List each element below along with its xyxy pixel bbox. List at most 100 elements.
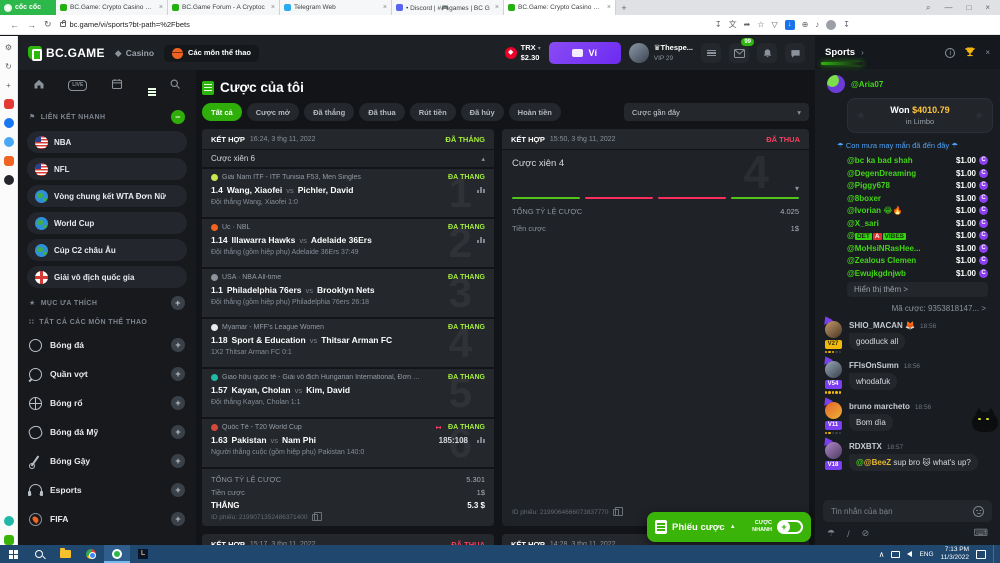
youtube-icon[interactable] (4, 99, 14, 109)
back-icon[interactable]: ← (10, 20, 19, 30)
rain-recipient[interactable]: @8boxer$1.00C (847, 194, 988, 203)
idm-extension-icon[interactable]: ↓ (785, 20, 795, 30)
show-more-button[interactable]: Hiển thị thêm > (847, 282, 988, 297)
chat-channel[interactable]: Sports (825, 47, 855, 58)
sidebar-item-wta[interactable]: Vòng chung kết WTA Đơn Nữ (27, 185, 187, 207)
avatar[interactable] (825, 361, 842, 378)
quick-bet-toggle[interactable] (777, 520, 803, 534)
rain-recipient[interactable]: @Piggy678$1.00C (847, 181, 988, 190)
nav-casino[interactable]: ◆Casino (115, 48, 154, 59)
close-tab-icon[interactable]: × (495, 4, 499, 11)
info-icon[interactable]: i (945, 48, 955, 58)
browser-tab-active[interactable]: BC.Game: Crypto Casino Gan× (504, 0, 616, 15)
mail-icon[interactable]: 99 (729, 43, 749, 63)
translate-icon[interactable]: 文 (729, 19, 737, 30)
bet-card-header[interactable]: KẾT HỢP15:17, 3 thg 11, 2022ĐÃ THUA (202, 534, 494, 545)
filter-open[interactable]: Cược mở (247, 103, 299, 121)
url-field[interactable]: bc.game/vi/sports?bt-path=%2Fbets (60, 20, 190, 29)
avatar[interactable] (825, 321, 842, 338)
history-icon[interactable]: ↻ (4, 61, 14, 71)
live-icon[interactable]: LIVE (68, 80, 87, 91)
chat-toggle-icon[interactable] (785, 43, 805, 63)
chevron-right-icon[interactable]: › (861, 48, 864, 57)
tab-search-icon[interactable]: ⌕ (926, 3, 930, 13)
tray-expand-icon[interactable]: ∧ (879, 550, 885, 559)
avatar[interactable] (825, 402, 842, 419)
expand-icon[interactable]: + (171, 483, 185, 497)
expand-icon[interactable]: + (171, 338, 185, 352)
action-center-icon[interactable] (976, 550, 986, 559)
reload-icon[interactable]: ↻ (44, 19, 52, 30)
chat-input[interactable] (831, 507, 973, 516)
gif-disabled-icon[interactable]: ⊘ (862, 528, 870, 539)
sidebar-item-cupc2[interactable]: Cúp C2 châu Âu (27, 239, 187, 261)
profile-avatar-icon[interactable] (826, 20, 836, 30)
user-profile[interactable]: ♛Thespe...VIP 29 (629, 43, 693, 63)
chrome-icon[interactable] (78, 545, 104, 563)
forward-icon[interactable]: → (27, 20, 36, 30)
filter-all[interactable]: Tất cả (202, 103, 242, 121)
sidebar-item-nba[interactable]: NBA (27, 131, 187, 153)
bet-code-link[interactable]: Mã cược: 9353818147... > (823, 304, 986, 313)
close-window-icon[interactable]: × (985, 3, 990, 12)
new-tab-button[interactable]: + (616, 0, 632, 15)
sort-dropdown[interactable]: Cược gần đây▾ (624, 103, 809, 121)
close-tab-icon[interactable]: × (271, 4, 275, 11)
sidebar-sport-cricket[interactable]: Bóng Gậy+ (27, 449, 187, 473)
bookmark-star-icon[interactable]: ☆ (757, 20, 764, 29)
avatar[interactable] (825, 442, 842, 459)
tiktok-icon[interactable] (4, 175, 14, 185)
stats-icon[interactable] (477, 237, 485, 243)
copy-icon[interactable] (312, 514, 318, 521)
start-button[interactable] (0, 545, 26, 563)
expand-icon[interactable]: ▾ (795, 184, 799, 193)
language-indicator[interactable]: ENG (919, 551, 933, 558)
calendar-icon[interactable] (111, 78, 123, 92)
sidebar-item-nfl[interactable]: NFL (27, 158, 187, 180)
minimize-icon[interactable]: — (944, 3, 952, 12)
filter-refund[interactable]: Hoàn tiền (509, 103, 561, 121)
bet-list-icon[interactable] (701, 43, 721, 63)
rain-recipient[interactable]: @Ewujkgdnjwb$1.00C (847, 269, 988, 278)
rain-recipient[interactable]: @MoHsiNRasHee...$1.00C (847, 244, 988, 253)
sidebar-sport-esports[interactable]: Esports+ (27, 478, 187, 502)
league-of-legends-icon[interactable]: L (130, 545, 156, 563)
volume-icon[interactable] (907, 551, 912, 557)
user-mention[interactable]: @@BeeZ (856, 458, 891, 467)
close-icon[interactable]: × (985, 48, 990, 57)
bell-icon[interactable] (757, 43, 777, 63)
network-icon[interactable] (891, 551, 900, 558)
taskbar-search-icon[interactable] (26, 545, 52, 563)
browser-tab[interactable]: BC.Game: Crypto Casino Gam× (56, 0, 168, 15)
sidebar-sport-fifa[interactable]: FIFA+ (27, 507, 187, 531)
bet-name-row[interactable]: Cược xiên 6▴ (202, 150, 494, 167)
sidebar-item-worldcup[interactable]: World Cup (27, 212, 187, 234)
balance-selector[interactable]: ◆ TRX ▾$2.30 (505, 43, 541, 63)
close-tab-icon[interactable]: × (159, 4, 163, 11)
show-desktop-button[interactable] (993, 545, 996, 563)
facebook-icon[interactable] (4, 118, 14, 128)
collapse-quick-links-button[interactable]: − (171, 110, 185, 124)
rain-recipient[interactable]: @X_sari$1.00C (847, 219, 988, 228)
expand-icon[interactable]: + (171, 512, 185, 526)
rain-feature-icon[interactable]: ☂ (827, 528, 835, 539)
wallet-button[interactable]: Ví (549, 42, 621, 64)
maximize-icon[interactable]: □ (966, 3, 971, 12)
download-page-icon[interactable]: ↧ (715, 20, 722, 29)
add-shortcut-icon[interactable]: + (4, 80, 14, 90)
downloads-icon[interactable]: ↧ (843, 20, 850, 29)
expand-icon[interactable]: + (171, 396, 185, 410)
sidebar-item-national[interactable]: Giải vô địch quốc gia (27, 266, 187, 288)
messenger-icon[interactable] (4, 137, 14, 147)
expand-icon[interactable]: + (171, 425, 185, 439)
browser-tab[interactable]: Telegram Web× (280, 0, 392, 15)
sidebar-sport-tennis[interactable]: Quần vợt+ (27, 362, 187, 386)
sidebar-app-icon[interactable] (4, 516, 14, 526)
keyboard-icon[interactable]: ⌨ (974, 528, 988, 539)
adblock-shield-icon[interactable]: ▽ (771, 20, 777, 29)
expand-icon[interactable]: + (171, 367, 185, 381)
stats-icon[interactable] (477, 187, 485, 193)
betslip-button[interactable]: Phiếu cược ▲ CƯỢC NHANH (647, 512, 811, 542)
media-icon[interactable]: ♪ (815, 20, 819, 29)
coccoc-brand[interactable]: cốc cốc (0, 0, 56, 15)
